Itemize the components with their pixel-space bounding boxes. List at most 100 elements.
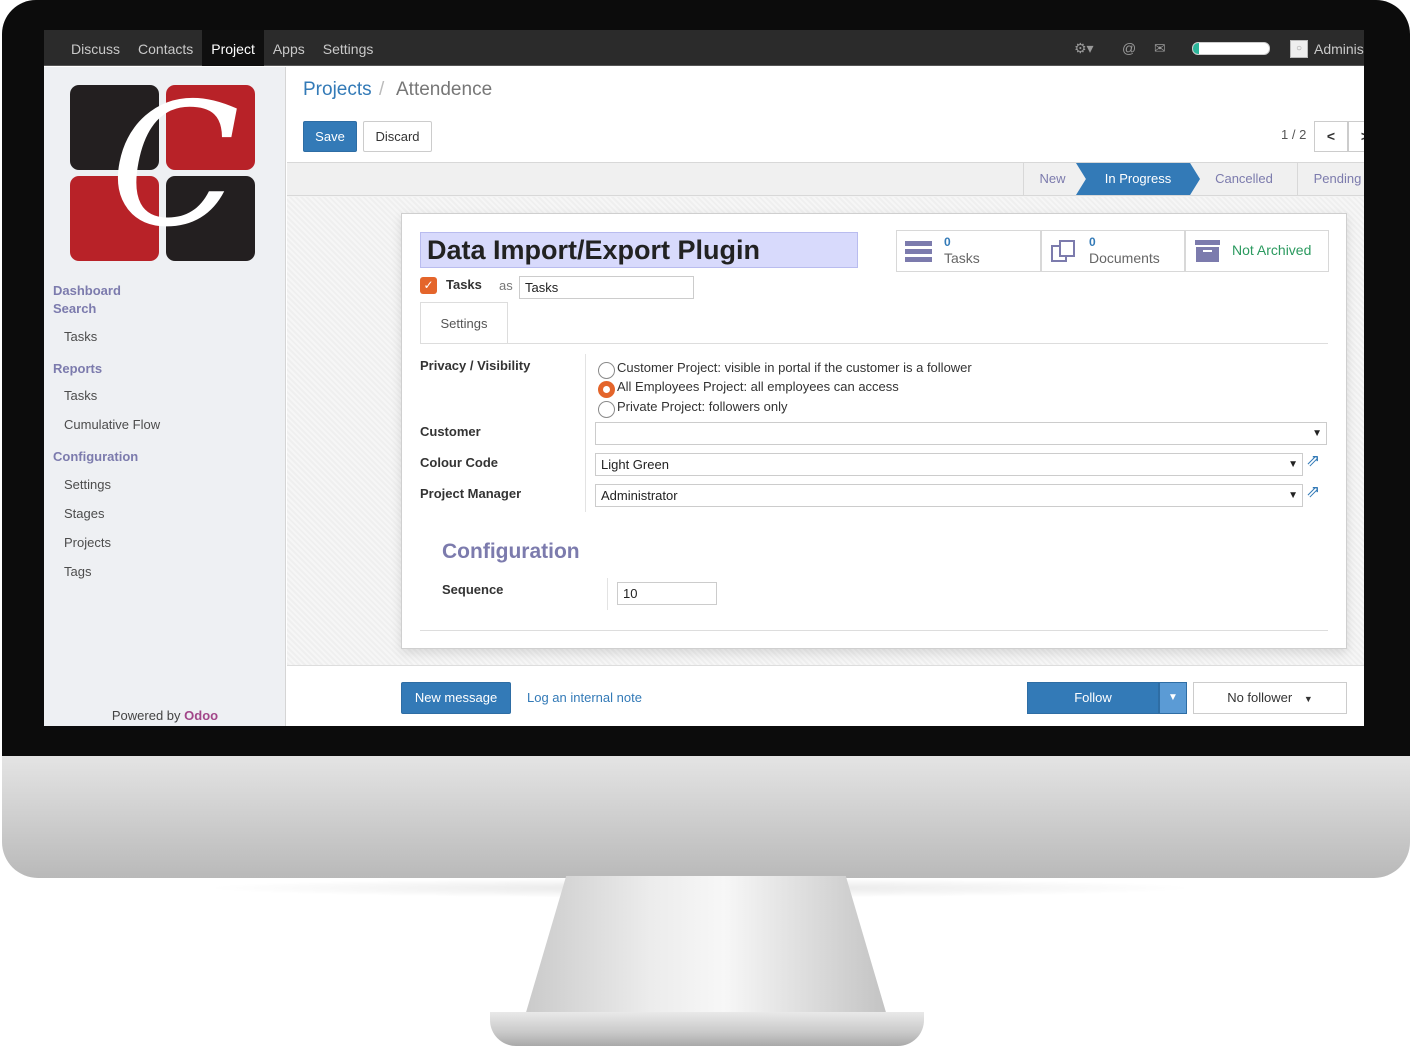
progress-bar: [1192, 42, 1270, 55]
tasks-alias-input[interactable]: Tasks: [519, 276, 694, 299]
top-navbar: Discuss Contacts Project Apps Settings ⚙…: [44, 30, 1364, 66]
colour-code-value: Light Green: [601, 457, 669, 472]
tasks-icon: [905, 241, 932, 262]
menu-apps[interactable]: Apps: [264, 30, 314, 66]
field-divider: [607, 578, 608, 610]
pager-next-button[interactable]: >: [1348, 121, 1364, 152]
user-avatar[interactable]: ○: [1290, 40, 1308, 58]
privacy-radio-employees[interactable]: [598, 381, 615, 398]
sidebar-item-projects[interactable]: Projects: [64, 535, 111, 550]
sidebar-item-settings[interactable]: Settings: [64, 477, 111, 492]
project-manager-value: Administrator: [601, 488, 678, 503]
documents-count: 0: [1089, 235, 1096, 249]
sequence-label: Sequence: [442, 582, 504, 597]
sheet-bottom-divider: [420, 630, 1328, 631]
chevron-down-icon: ▼: [1312, 428, 1322, 439]
monitor-stand-neck: [522, 876, 890, 1026]
sidebar-item-cumulative-flow[interactable]: Cumulative Flow: [64, 417, 160, 432]
tasks-count: 0: [944, 235, 951, 249]
main-content: Projects / Attendence Save Discard 1 / 2…: [287, 67, 1364, 726]
sheet-background: Data Import/Export Plugin 0 Tasks 0 Docu…: [287, 197, 1364, 665]
sidebar-section-dashboard[interactable]: Dashboard: [53, 283, 121, 298]
documents-stat-label: Documents: [1089, 250, 1160, 266]
sidebar-item-stages[interactable]: Stages: [64, 506, 104, 521]
stage-new[interactable]: New: [1023, 163, 1081, 195]
follow-dropdown-button[interactable]: ▼: [1159, 682, 1187, 714]
customer-label: Customer: [420, 424, 481, 439]
pager-prev-button[interactable]: <: [1314, 121, 1348, 152]
archive-icon: [1195, 240, 1220, 262]
archive-status-label: Not Archived: [1232, 242, 1312, 258]
powered-by-text: Powered by: [111, 708, 181, 723]
odoo-link[interactable]: Odoo: [184, 708, 218, 723]
control-panel: Projects / Attendence Save Discard 1 / 2…: [287, 67, 1364, 163]
project-manager-select[interactable]: Administrator ▼: [595, 484, 1303, 507]
sidebar-item-tags[interactable]: Tags: [64, 564, 91, 579]
stage-pending[interactable]: Pending: [1297, 163, 1364, 195]
sidebar-section-reports[interactable]: Reports: [53, 361, 102, 376]
chatter: New message Log an internal note Follow …: [287, 665, 1364, 726]
privacy-option-employees[interactable]: All Employees Project: all employees can…: [617, 379, 899, 394]
caret-down-icon: ▼: [1303, 694, 1313, 704]
followers-label: No follower: [1227, 690, 1293, 705]
breadcrumb-projects[interactable]: Projects: [303, 79, 372, 101]
sequence-input[interactable]: 10: [617, 582, 717, 605]
external-link-icon[interactable]: ⇗: [1306, 482, 1320, 502]
privacy-radio-customer[interactable]: [598, 362, 615, 379]
follow-button[interactable]: Follow: [1027, 682, 1159, 714]
sidebar-item-search-tasks[interactable]: Tasks: [64, 329, 97, 344]
new-message-button[interactable]: New message: [401, 682, 511, 714]
configuration-heading: Configuration: [442, 540, 580, 563]
save-button[interactable]: Save: [303, 121, 357, 152]
privacy-radio-private[interactable]: [598, 401, 615, 418]
company-logo: C: [70, 81, 260, 261]
project-title-field[interactable]: Data Import/Export Plugin: [420, 232, 858, 268]
pager-value: 1 / 2: [1281, 127, 1307, 142]
stage-cancelled[interactable]: Cancelled: [1200, 163, 1288, 195]
use-tasks-label: Tasks: [446, 277, 482, 292]
tasks-stat-button[interactable]: 0 Tasks: [896, 230, 1041, 272]
monitor-mockup: Discuss Contacts Project Apps Settings ⚙…: [0, 0, 1412, 1052]
breadcrumb-current: Attendence: [396, 79, 493, 100]
breadcrumb-separator: /: [379, 79, 385, 100]
log-note-link[interactable]: Log an internal note: [527, 690, 642, 705]
discard-button[interactable]: Discard: [363, 121, 432, 152]
sidebar: C Dashboard Search Tasks Reports Tasks C…: [44, 67, 286, 726]
documents-stat-button[interactable]: 0 Documents: [1041, 230, 1185, 272]
sidebar-section-search[interactable]: Search: [53, 301, 96, 316]
sidebar-section-configuration[interactable]: Configuration: [53, 449, 138, 464]
documents-icon: [1051, 240, 1075, 262]
debug-bug-icon[interactable]: ⚙▾: [1074, 40, 1094, 57]
tab-divider: [420, 343, 1328, 344]
privacy-option-private[interactable]: Private Project: followers only: [617, 399, 788, 414]
stage-statusbar: New In Progress Cancelled Pending: [287, 163, 1364, 196]
followers-button[interactable]: No follower ▼: [1193, 682, 1347, 714]
colour-code-select[interactable]: Light Green ▼: [595, 453, 1303, 476]
privacy-option-customer[interactable]: Customer Project: visible in portal if t…: [617, 360, 972, 375]
stage-in-progress[interactable]: In Progress: [1076, 163, 1200, 195]
chevron-down-icon: ▼: [1288, 459, 1298, 470]
sidebar-item-reports-tasks[interactable]: Tasks: [64, 388, 97, 403]
activity-icon[interactable]: @: [1122, 40, 1136, 56]
form-sheet: Data Import/Export Plugin 0 Tasks 0 Docu…: [401, 213, 1347, 649]
menu-project[interactable]: Project: [202, 30, 264, 66]
tasks-stat-label: Tasks: [944, 250, 980, 266]
archive-toggle-button[interactable]: Not Archived: [1185, 230, 1329, 272]
menu-settings[interactable]: Settings: [314, 30, 383, 66]
menu-contacts[interactable]: Contacts: [129, 30, 202, 66]
chat-icon[interactable]: ✉: [1154, 40, 1166, 57]
privacy-label: Privacy / Visibility: [420, 358, 531, 373]
tab-settings[interactable]: Settings: [420, 302, 508, 344]
monitor-stand-base: [490, 1012, 924, 1046]
monitor-chin: [2, 756, 1410, 878]
field-divider: [585, 354, 586, 512]
screen: Discuss Contacts Project Apps Settings ⚙…: [44, 30, 1364, 726]
chevron-down-icon: ▼: [1288, 490, 1298, 501]
powered-by: Powered by Odoo: [44, 708, 286, 723]
as-label: as: [499, 278, 513, 293]
use-tasks-checkbox[interactable]: ✓: [420, 277, 437, 294]
external-link-icon[interactable]: ⇗: [1306, 451, 1320, 471]
customer-select[interactable]: ▼: [595, 422, 1327, 445]
menu-discuss[interactable]: Discuss: [62, 30, 129, 66]
user-name[interactable]: Adminis: [1314, 41, 1364, 57]
